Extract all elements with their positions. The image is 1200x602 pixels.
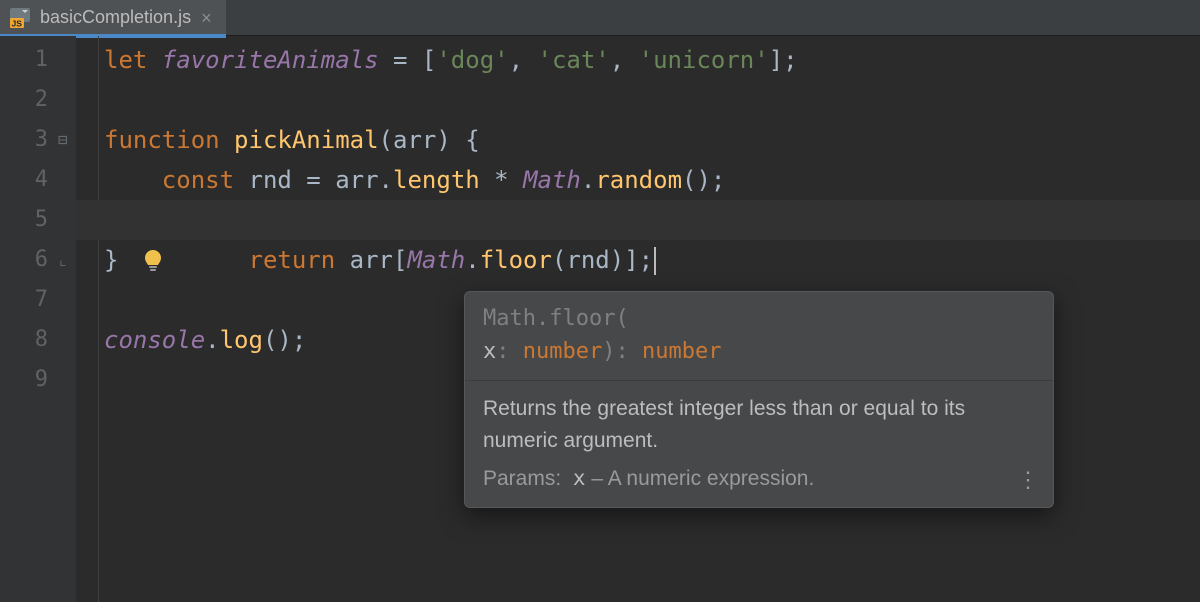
editor: 1 2 3 4 5 6 7 8 9 let favoriteAnimals = … xyxy=(0,36,1200,602)
lightbulb-icon[interactable] xyxy=(24,206,50,232)
parameter-info-popup: Math.floor( x: number): number Returns t… xyxy=(464,291,1054,508)
code-line[interactable]: return arr[Math.floor(rnd)]; xyxy=(76,200,1200,240)
line-number: 1 xyxy=(0,40,76,80)
fold-end-icon[interactable]: ⌞ xyxy=(58,240,68,280)
code-line[interactable]: ⊟function pickAnimal(arr) { xyxy=(76,120,1200,160)
js-file-icon: JS xyxy=(10,8,30,28)
tab-bar: JS basicCompletion.js × xyxy=(0,0,1200,36)
line-number: 4 xyxy=(0,160,76,200)
popup-params: Params: x – A numeric expression. xyxy=(465,466,1053,507)
code-line[interactable]: ⌞} xyxy=(76,240,1200,280)
line-number: 8 xyxy=(0,320,76,360)
tab-close-icon[interactable]: × xyxy=(201,9,212,27)
svg-text:JS: JS xyxy=(12,18,23,28)
fold-start-icon[interactable]: ⊟ xyxy=(58,120,68,160)
file-tab[interactable]: JS basicCompletion.js × xyxy=(0,0,226,35)
code-line[interactable]: let favoriteAnimals = ['dog', 'cat', 'un… xyxy=(76,40,1200,80)
tab-filename: basicCompletion.js xyxy=(40,7,191,28)
popup-signature: Math.floor( x: number): number xyxy=(465,292,1053,381)
code-line[interactable]: const rnd = arr.length * Math.random(); xyxy=(76,160,1200,200)
popup-doc: Returns the greatest integer less than o… xyxy=(465,381,1053,466)
line-number: 9 xyxy=(0,360,76,400)
line-number: 2 xyxy=(0,80,76,120)
code-line[interactable] xyxy=(76,80,1200,120)
popup-more-icon[interactable]: ⋮ xyxy=(1017,467,1039,493)
